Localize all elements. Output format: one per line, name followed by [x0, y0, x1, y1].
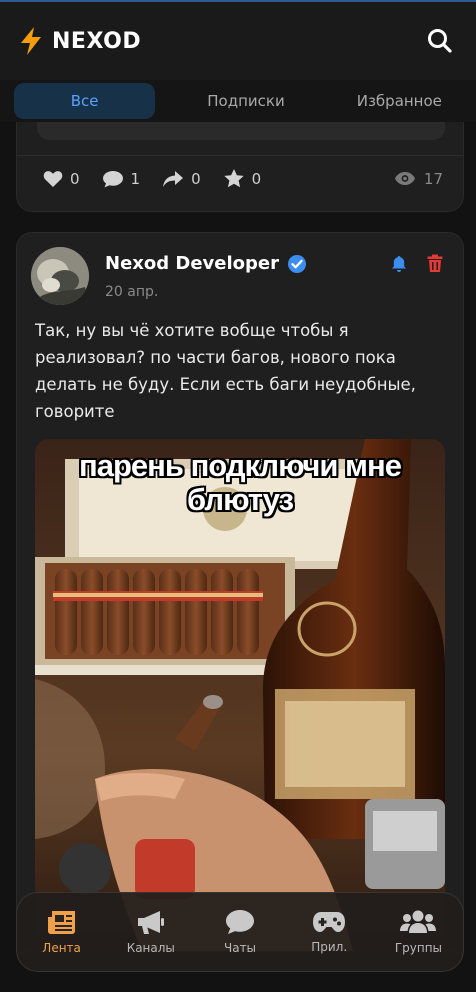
search-button[interactable] [422, 23, 458, 59]
search-icon [428, 29, 452, 53]
favorite-count: 0 [251, 169, 262, 188]
divider [17, 155, 463, 156]
megaphone-icon [137, 911, 164, 934]
star-icon [223, 169, 244, 188]
app-logo[interactable]: NEXOD [18, 26, 141, 56]
post-card: Nexod Developer 20 апр. Так, ну вы чё хо… [16, 232, 464, 952]
tab-all[interactable]: Все [14, 83, 156, 119]
bottom-navigation: Лента Каналы Чаты Прил. Группы [16, 892, 464, 972]
trash-icon [427, 254, 443, 272]
nav-chats[interactable]: Чаты [195, 909, 284, 955]
views-number: 17 [423, 169, 443, 188]
delete-post-button[interactable] [427, 254, 443, 277]
bell-icon [392, 256, 406, 272]
comment-icon [102, 170, 123, 187]
tab-favorites[interactable]: Избранное [329, 83, 470, 119]
image-caption: парень подключи мне блютуз [35, 449, 445, 517]
nav-feed[interactable]: Лента [17, 909, 106, 955]
tab-subscriptions[interactable]: Подписки [175, 83, 316, 119]
nav-apps-label: Прил. [311, 940, 348, 954]
comment-button[interactable]: 1 [102, 169, 141, 188]
author-name[interactable]: Nexod Developer [105, 253, 279, 274]
post-image[interactable]: парень подключи мне блютуз [35, 439, 445, 951]
nav-channels[interactable]: Каналы [106, 909, 195, 955]
nav-feed-label: Лента [42, 941, 81, 955]
top-app-bar: NEXOD [0, 0, 476, 80]
users-icon [400, 910, 437, 933]
like-button[interactable]: 0 [43, 170, 80, 188]
app-name: NEXOD [52, 28, 142, 54]
post-date: 20 апр. [105, 284, 159, 300]
gamepad-icon [313, 912, 346, 932]
verified-badge-icon [288, 254, 306, 273]
share-icon [163, 170, 184, 187]
chat-bubble-icon [226, 910, 254, 934]
newspaper-icon [47, 911, 75, 934]
nav-groups-label: Группы [394, 941, 443, 955]
author-avatar[interactable] [31, 247, 89, 305]
repost-count: 0 [191, 169, 201, 188]
image-caption-line-2: блютуз [187, 482, 294, 517]
author-line: Nexod Developer [105, 253, 307, 274]
previous-post-card: 0 1 0 0 17 [16, 110, 464, 212]
post-stats: 0 1 0 0 17 [43, 168, 443, 189]
nav-channels-label: Каналы [126, 941, 175, 955]
notify-button[interactable] [391, 255, 407, 277]
nav-apps[interactable]: Прил. [285, 910, 374, 954]
post-text: Так, ну вы чё хотите вобще чтобы я реали… [35, 321, 416, 421]
nav-groups[interactable]: Группы [374, 909, 463, 955]
like-count: 0 [70, 169, 80, 188]
lightning-bolt-icon [18, 26, 44, 56]
image-caption-line-1: парень подключи мне [79, 448, 402, 483]
feed-tabs: Все Подписки Избранное [0, 80, 476, 122]
repost-button[interactable]: 0 [162, 170, 201, 188]
nav-chats-label: Чаты [223, 941, 257, 955]
favorite-button[interactable]: 0 [223, 168, 262, 189]
comment-count: 1 [130, 169, 141, 188]
heart-icon [43, 170, 63, 187]
view-count: 17 [394, 170, 443, 188]
eye-icon [394, 172, 415, 185]
